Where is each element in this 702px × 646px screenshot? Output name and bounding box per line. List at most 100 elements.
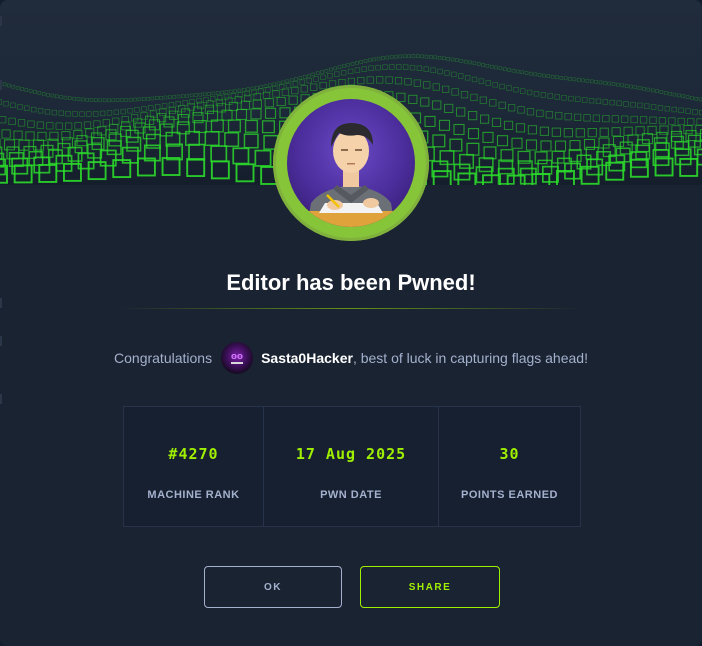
banner-cube bbox=[468, 60, 472, 65]
banner-cube bbox=[583, 114, 591, 122]
banner-cube bbox=[211, 91, 216, 96]
banner-cube bbox=[258, 88, 264, 94]
ok-button[interactable]: OK bbox=[204, 566, 342, 608]
pwn-date-label: PWN DATE bbox=[320, 489, 382, 501]
banner-cube bbox=[255, 85, 259, 90]
banner-cube bbox=[587, 128, 597, 138]
banner-cube bbox=[471, 76, 478, 83]
banner-cube bbox=[376, 56, 381, 61]
banner-cube bbox=[592, 114, 601, 122]
banner-cube bbox=[302, 75, 307, 79]
banner-cube bbox=[381, 56, 385, 60]
banner-cube bbox=[359, 60, 364, 64]
banner-cube bbox=[630, 115, 638, 124]
banner-cube bbox=[408, 94, 418, 104]
banner-cube bbox=[50, 93, 55, 98]
banner-cube bbox=[340, 70, 347, 76]
banner-cube bbox=[459, 59, 464, 63]
banner-cube bbox=[186, 158, 206, 177]
banner-cube bbox=[272, 82, 277, 87]
banner-cube bbox=[87, 143, 103, 159]
banner-cube bbox=[17, 119, 26, 127]
banner-cube bbox=[347, 77, 356, 86]
banner-cube bbox=[207, 92, 211, 96]
banner-cube bbox=[563, 128, 573, 138]
banner-cube bbox=[446, 57, 451, 61]
banner-cube bbox=[423, 66, 429, 72]
banner-cube bbox=[442, 56, 446, 61]
banner-cube bbox=[696, 148, 702, 166]
username-link[interactable]: Sasta0Hacker bbox=[261, 350, 353, 366]
banner-cube bbox=[568, 77, 572, 81]
banner-cube bbox=[72, 96, 76, 101]
banner-cube bbox=[588, 97, 595, 104]
banner-cube bbox=[210, 119, 224, 133]
banner-cube bbox=[36, 121, 44, 129]
banner-cube bbox=[155, 96, 159, 100]
banner-cube bbox=[663, 91, 668, 95]
banner-cube bbox=[328, 67, 333, 72]
banner-cube bbox=[396, 64, 402, 70]
banner-cube bbox=[623, 101, 629, 107]
banner-cube bbox=[83, 121, 92, 129]
banner-cube bbox=[685, 95, 690, 99]
banner-cube bbox=[678, 107, 684, 114]
banner-cube bbox=[480, 114, 490, 124]
banner-cube bbox=[281, 88, 290, 96]
banner-cube bbox=[611, 82, 616, 86]
banner-cube bbox=[527, 125, 538, 135]
edge-marker bbox=[0, 16, 2, 26]
banner-cube bbox=[389, 55, 394, 59]
banner-cube bbox=[507, 68, 511, 72]
banner-cube bbox=[134, 107, 140, 113]
banner-cube bbox=[300, 85, 308, 93]
banner-cube bbox=[437, 68, 443, 75]
banner-cube bbox=[366, 76, 374, 84]
banner-cube bbox=[168, 106, 176, 114]
banner-cube bbox=[627, 134, 639, 146]
banner-cube bbox=[402, 54, 407, 59]
banner-cube bbox=[320, 74, 326, 80]
banner-cube bbox=[73, 129, 83, 140]
banner-cube bbox=[240, 100, 250, 110]
banner-cube bbox=[503, 120, 514, 130]
banner-cube bbox=[589, 79, 594, 84]
share-button[interactable]: SHARE bbox=[360, 566, 500, 608]
banner-cube bbox=[262, 91, 271, 100]
banner-cube bbox=[141, 106, 147, 112]
banner-cube bbox=[683, 124, 693, 135]
stats-panel: #4270 MACHINE RANK 17 Aug 2025 PWN DATE … bbox=[123, 406, 581, 527]
banner-cube bbox=[489, 99, 497, 107]
banner-cube bbox=[420, 54, 424, 59]
banner-cube bbox=[389, 64, 395, 70]
banner-cube bbox=[25, 131, 35, 141]
banner-cube bbox=[81, 97, 85, 102]
banner-cube bbox=[289, 78, 294, 83]
banner-cube bbox=[55, 122, 63, 130]
banner-cube bbox=[112, 117, 120, 125]
banner-cube bbox=[250, 86, 255, 91]
banner-cube bbox=[337, 65, 342, 69]
banner-cube bbox=[430, 67, 436, 73]
banner-cube bbox=[582, 97, 588, 103]
banner-cube bbox=[7, 83, 11, 88]
stat-machine-rank: #4270 MACHINE RANK bbox=[124, 407, 264, 526]
banner-cube bbox=[342, 64, 346, 68]
banner-cube bbox=[496, 135, 509, 147]
banner-cube bbox=[141, 97, 146, 101]
banner-cube bbox=[464, 75, 471, 81]
banner-cube bbox=[611, 127, 621, 137]
title-divider bbox=[118, 308, 584, 309]
banner-cube bbox=[398, 54, 403, 59]
banner-cube bbox=[268, 83, 272, 88]
banner-cube bbox=[602, 99, 609, 105]
banner-cube bbox=[511, 68, 516, 73]
banner-cube bbox=[87, 161, 107, 181]
banner-cube bbox=[203, 97, 209, 103]
banner-cube bbox=[106, 110, 113, 116]
banner-cube bbox=[542, 73, 546, 78]
banner-cube bbox=[646, 87, 651, 92]
banner-cube bbox=[424, 115, 436, 128]
banner-cube bbox=[526, 108, 535, 116]
banner-cube bbox=[668, 117, 676, 125]
